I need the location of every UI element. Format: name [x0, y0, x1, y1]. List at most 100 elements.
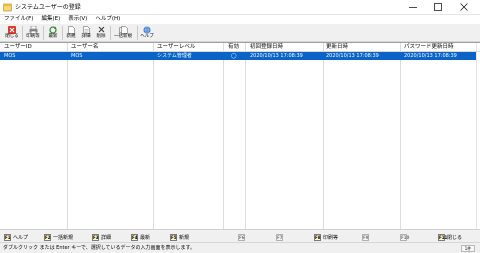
f4-key-cap: F4 — [131, 233, 138, 241]
f8-print-key[interactable]: F8 印刷等 — [314, 233, 338, 241]
print-button[interactable]: 印刷等 — [25, 24, 41, 42]
column-divider — [67, 43, 68, 230]
f1-key-cap: F1 — [4, 233, 11, 241]
new-document-icon — [67, 25, 75, 34]
cell-updated: 2020/10/13 17:08:39 — [326, 53, 379, 59]
f7-key-cap: F7 — [276, 233, 283, 241]
f10-key: F10 — [400, 233, 410, 241]
detail-label: 詳細 — [81, 34, 91, 39]
help-label: ヘルプ — [140, 34, 154, 39]
minimize-button[interactable] — [402, 0, 424, 14]
column-divider — [153, 43, 154, 230]
menu-view[interactable]: 表示(V) — [64, 15, 91, 24]
status-bar: ダブルクリック または Enter キーで、選択しているデータの入力画面を表示し… — [0, 242, 480, 253]
print-label: 印刷等 — [26, 34, 40, 39]
menu-file[interactable]: ファイル(F) — [0, 15, 37, 24]
f4-label: 最新 — [140, 234, 151, 241]
toolbar-separator — [22, 26, 23, 40]
f6-key: F6 — [238, 233, 245, 241]
f11-key-cap: F11 — [438, 233, 448, 241]
f2-key-cap: F2 — [44, 233, 51, 241]
f2-label: 一括新規 — [53, 234, 74, 241]
f3-key-cap: F3 — [92, 233, 99, 241]
refresh-icon — [49, 25, 57, 34]
toolbar-separator — [137, 26, 138, 40]
f4-refresh-key[interactable]: F4 最新 — [131, 233, 150, 241]
menu-edit[interactable]: 編集(E) — [37, 15, 64, 24]
f5-label: 新規 — [179, 234, 190, 241]
toolbar-separator — [110, 26, 111, 40]
window-title: システムユーザーの登録 — [15, 4, 81, 11]
menu-help[interactable]: ヘルプ(H) — [91, 15, 124, 24]
f5-new-key[interactable]: F5 新規 — [170, 233, 189, 241]
delete-label: 削除 — [96, 34, 106, 39]
bulk-new-button[interactable]: 一括新規 — [112, 24, 134, 42]
column-header-updated[interactable]: 更新日時 — [326, 43, 400, 52]
f2-bulk-new-key[interactable]: F2 一括新規 — [44, 233, 73, 241]
close-x-icon — [8, 25, 16, 34]
title-bar: システムユーザーの登録 — [0, 0, 480, 15]
column-header-password-updated[interactable]: パスワード更新日時 — [404, 43, 476, 52]
f3-label: 詳細 — [101, 234, 112, 241]
grid-header: ユーザーID ユーザー名 ユーザーレベル 有効 初回登録日時 更新日時 パスワー… — [0, 43, 480, 52]
f6-key-cap: F6 — [238, 233, 245, 241]
cell-password-updated: 2020/10/13 17:08:39 — [404, 53, 457, 59]
detail-document-icon — [82, 25, 90, 34]
toolbar: 閉じる 印刷等 最新 新規 詳細 削除 一括新規 ヘルプ — [0, 24, 480, 42]
column-divider — [323, 43, 324, 230]
new-label: 新規 — [66, 34, 76, 39]
f11-label: 閉じる — [447, 234, 463, 241]
function-key-bar: F1 ヘルプ F2 一括新規 F3 詳細 F4 最新 F5 新規 F6 F7 F… — [0, 229, 480, 242]
f1-label: ヘルプ — [13, 234, 29, 241]
maximize-button[interactable] — [427, 0, 449, 14]
column-header-user-name[interactable]: ユーザー名 — [71, 43, 151, 52]
f9-key-cap: F9 — [362, 233, 369, 241]
refresh-button[interactable]: 最新 — [46, 24, 60, 42]
bulk-new-icon — [118, 25, 128, 34]
cell-user-level: システム管理者 — [157, 53, 192, 59]
refresh-label: 最新 — [48, 34, 58, 39]
cell-created: 2020/10/13 17:08:39 — [250, 53, 303, 59]
toolbar-separator — [62, 26, 63, 40]
grid-right-edge — [476, 43, 477, 230]
help-globe-icon — [143, 25, 151, 34]
detail-button[interactable]: 詳細 — [79, 24, 93, 42]
status-indicator: 1件 — [461, 245, 475, 252]
user-grid[interactable]: ユーザーID ユーザー名 ユーザーレベル 有効 初回登録日時 更新日時 パスワー… — [0, 42, 480, 230]
status-message: ダブルクリック または Enter キーで、選択しているデータの入力画面を表示し… — [3, 245, 196, 251]
f8-label: 印刷等 — [323, 234, 339, 241]
app-icon — [3, 3, 12, 12]
f7-key: F7 — [276, 233, 283, 241]
menu-bar: ファイル(F) 編集(E) 表示(V) ヘルプ(H) — [0, 15, 480, 24]
cell-user-name: MOS — [71, 53, 83, 59]
f8-key-cap: F8 — [314, 233, 321, 241]
cell-user-id: MOS — [4, 53, 16, 59]
column-header-active[interactable]: 有効 — [228, 43, 242, 52]
maximize-icon — [434, 3, 442, 11]
column-header-user-id[interactable]: ユーザーID — [4, 43, 64, 52]
f3-detail-key[interactable]: F3 詳細 — [92, 233, 111, 241]
column-divider — [223, 43, 224, 230]
f9-key: F9 — [362, 233, 369, 241]
bulk-new-label: 一括新規 — [114, 34, 132, 39]
f10-key-cap: F10 — [400, 233, 410, 241]
close-icon — [460, 3, 468, 11]
close-window-button[interactable] — [453, 0, 475, 14]
help-button[interactable]: ヘルプ — [139, 24, 155, 42]
column-header-created[interactable]: 初回登録日時 — [250, 43, 320, 52]
delete-button[interactable]: 削除 — [94, 24, 108, 42]
new-button[interactable]: 新規 — [64, 24, 78, 42]
column-divider — [400, 43, 401, 230]
f5-key-cap: F5 — [170, 233, 177, 241]
f11-close-key[interactable]: F11 閉じる — [438, 233, 462, 241]
cell-active: ◯ — [231, 53, 237, 59]
printer-icon — [29, 25, 37, 34]
close-button[interactable]: 閉じる — [4, 24, 20, 42]
toolbar-separator — [43, 26, 44, 40]
column-divider — [245, 43, 246, 230]
column-header-user-level[interactable]: ユーザーレベル — [157, 43, 221, 52]
table-row[interactable]: MOS MOS システム管理者 ◯ 2020/10/13 17:08:39 20… — [0, 52, 476, 60]
close-label: 閉じる — [5, 34, 19, 39]
f1-help-key[interactable]: F1 ヘルプ — [4, 233, 28, 241]
minimize-icon — [409, 7, 417, 8]
